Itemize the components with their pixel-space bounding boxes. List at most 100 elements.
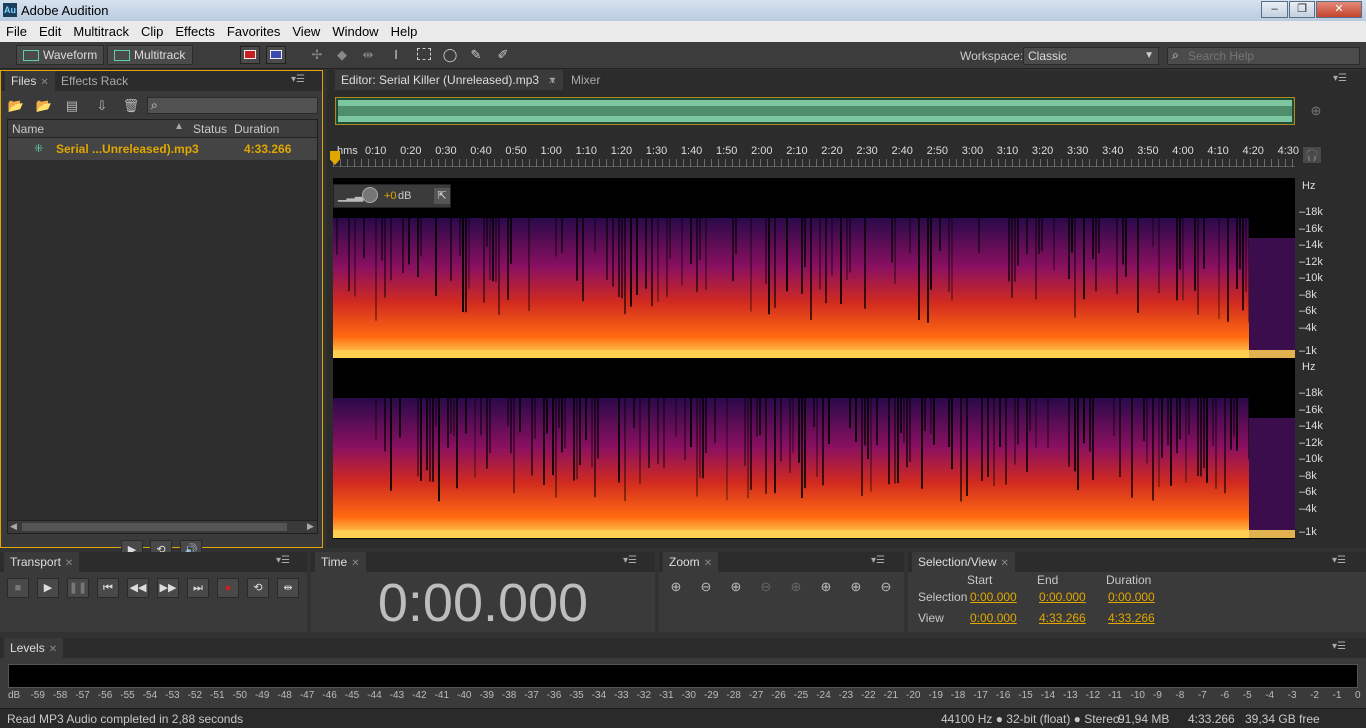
panel-menu-icon[interactable]: ▾☰ xyxy=(291,75,305,85)
view-start[interactable]: 0:00.000 xyxy=(970,611,1017,625)
time-ruler[interactable]: hms 0:10 0:20 0:30 0:40 0:50 1:00 1:10 1:20 1:30… xyxy=(333,145,1299,167)
zoom-out-full-icon[interactable]: ⊖ xyxy=(757,579,775,595)
restore-button[interactable]: ❐ xyxy=(1289,1,1315,18)
menu-file[interactable]: File xyxy=(0,21,33,42)
tab-files[interactable]: Files ✕ xyxy=(5,71,55,91)
panel-menu-icon[interactable]: ▾☰ xyxy=(1333,74,1347,84)
close-icon[interactable]: ✕ xyxy=(65,558,73,569)
menu-edit[interactable]: Edit xyxy=(33,21,67,42)
lasso-tool-icon[interactable]: ◯ xyxy=(441,47,459,63)
close-editor-icon[interactable]: ✕ xyxy=(546,70,558,90)
skip-selection-button[interactable]: ⇹ xyxy=(277,578,299,598)
zoom-in-right-icon[interactable]: ⊕ xyxy=(847,579,865,595)
zoom-navigator-icon[interactable]: ⊕ xyxy=(1307,103,1325,119)
spectral-streak xyxy=(1170,398,1172,486)
stop-button[interactable]: ■ xyxy=(7,578,29,598)
column-name[interactable]: Name xyxy=(12,122,44,136)
panel-menu-icon[interactable]: ▾☰ xyxy=(276,556,290,566)
play-button[interactable]: ▶ xyxy=(37,578,59,598)
search-help-input[interactable]: ⌕ xyxy=(1167,47,1360,65)
files-horizontal-scrollbar[interactable]: ◀ ▶ xyxy=(8,520,317,533)
zoom-in-left-icon[interactable]: ⊕ xyxy=(817,579,835,595)
close-icon[interactable]: ✕ xyxy=(40,77,48,88)
zoom-in-amplitude-icon[interactable]: ⊕ xyxy=(667,579,685,595)
panel-menu-icon[interactable]: ▾☰ xyxy=(623,556,637,566)
waveform-view-button[interactable] xyxy=(240,46,260,64)
close-window-button[interactable]: ✕ xyxy=(1316,1,1362,18)
selection-start[interactable]: 0:00.000 xyxy=(970,590,1017,604)
view-end[interactable]: 4:33.266 xyxy=(1039,611,1086,625)
menu-view[interactable]: View xyxy=(286,21,326,42)
zoom-out-amplitude-icon[interactable]: ⊖ xyxy=(697,579,715,595)
record-button[interactable]: ● xyxy=(217,578,239,598)
tab-mixer[interactable]: Mixer xyxy=(565,70,606,90)
selection-end[interactable]: 0:00.000 xyxy=(1039,590,1086,604)
brush-tool-icon[interactable]: ✎ xyxy=(467,47,485,63)
scroll-right-icon[interactable]: ▶ xyxy=(307,521,314,532)
pin-icon[interactable]: ⇱ xyxy=(434,188,450,204)
waveform-mode-button[interactable]: Waveform xyxy=(16,45,104,65)
loop-button[interactable]: ⟲ xyxy=(247,578,269,598)
menu-multitrack[interactable]: Multitrack xyxy=(67,21,135,42)
spot-healing-tool-icon[interactable]: ✐ xyxy=(494,47,512,63)
open-folder-icon[interactable]: 📂 xyxy=(7,98,25,114)
close-icon[interactable]: ✕ xyxy=(1001,558,1009,569)
time-display[interactable]: 0:00.000 xyxy=(311,574,655,632)
volume-knob[interactable] xyxy=(362,187,378,203)
zoom-to-selection-icon[interactable]: ⊕ xyxy=(787,579,805,595)
menu-favorites[interactable]: Favorites xyxy=(221,21,286,42)
panel-menu-icon[interactable]: ▾☰ xyxy=(1332,556,1346,566)
hud-gain-value[interactable]: +0 xyxy=(384,190,397,202)
tab-editor[interactable]: Editor: Serial Killer (Unreleased).mp3 ▼ xyxy=(335,70,564,90)
tab-levels[interactable]: Levels ✕ xyxy=(4,638,64,658)
pause-button[interactable]: ❚❚ xyxy=(67,578,89,598)
move-tool-icon[interactable]: ✢ xyxy=(308,47,326,63)
tab-zoom[interactable]: Zoom ✕ xyxy=(663,552,719,572)
overview-navigator[interactable] xyxy=(335,97,1295,125)
zoom-out-full-time-icon[interactable]: ⊖ xyxy=(877,579,895,595)
spectral-view-button[interactable] xyxy=(266,46,286,64)
zoom-in-time-icon[interactable]: ⊕ xyxy=(727,579,745,595)
workspace-select[interactable]: Classic ▼ xyxy=(1023,47,1159,65)
hud-volume[interactable]: ▁▂▃ +0 dB ⇱ xyxy=(333,184,451,208)
slip-tool-icon[interactable]: ⇹ xyxy=(359,47,377,63)
headphones-icon[interactable]: 🎧 xyxy=(1302,146,1322,164)
multitrack-mode-button[interactable]: Multitrack xyxy=(107,45,193,65)
marquee-tool-icon[interactable] xyxy=(415,47,433,63)
panel-menu-icon[interactable]: ▾☰ xyxy=(871,556,885,566)
close-icon[interactable]: ✕ xyxy=(49,644,57,655)
menu-help[interactable]: Help xyxy=(385,21,424,42)
tab-time[interactable]: Time ✕ xyxy=(315,552,366,572)
menu-clip[interactable]: Clip xyxy=(135,21,169,42)
db-scale-label: -15 xyxy=(1018,690,1033,701)
tab-effects-rack[interactable]: Effects Rack xyxy=(55,71,134,91)
skip-end-button[interactable]: ⏭ xyxy=(187,578,209,598)
spectral-display[interactable]: ▁▂▃ +0 dB ⇱ xyxy=(333,178,1295,539)
panel-menu-icon[interactable]: ▾☰ xyxy=(1332,642,1346,652)
tab-selection-view[interactable]: Selection/View ✕ xyxy=(912,552,1015,572)
files-search-input[interactable]: ⌕ xyxy=(147,97,318,114)
razor-tool-icon[interactable]: ◆ xyxy=(333,47,351,63)
close-icon[interactable]: ✕ xyxy=(704,558,712,569)
search-help-field[interactable] xyxy=(1188,49,1356,63)
scroll-left-icon[interactable]: ◀ xyxy=(10,521,17,532)
rewind-button[interactable]: ◀◀ xyxy=(127,578,149,598)
selection-duration[interactable]: 0:00.000 xyxy=(1108,590,1155,604)
scroll-thumb[interactable] xyxy=(22,523,287,531)
column-duration[interactable]: Duration xyxy=(234,122,279,136)
view-duration[interactable]: 4:33.266 xyxy=(1108,611,1155,625)
insert-into-multitrack-icon[interactable]: ⇩ xyxy=(93,98,111,114)
tab-transport[interactable]: Transport ✕ xyxy=(4,552,80,572)
skip-start-button[interactable]: ⏮ xyxy=(97,578,119,598)
time-selection-tool-icon[interactable]: I xyxy=(387,47,405,63)
menu-window[interactable]: Window xyxy=(326,21,384,42)
minimize-button[interactable]: – xyxy=(1261,1,1288,18)
fast-forward-button[interactable]: ▶▶ xyxy=(157,578,179,598)
column-status[interactable]: Status xyxy=(193,122,227,136)
new-file-icon[interactable]: ▤ xyxy=(63,98,81,114)
menu-effects[interactable]: Effects xyxy=(169,21,221,42)
table-row[interactable]: ⁜ Serial ...Unreleased).mp3 4:33.266 xyxy=(8,138,317,160)
close-icon[interactable]: ✕ xyxy=(351,558,359,569)
trash-icon[interactable]: 🗑 xyxy=(122,98,140,114)
import-file-icon[interactable]: 📂 xyxy=(35,98,53,114)
